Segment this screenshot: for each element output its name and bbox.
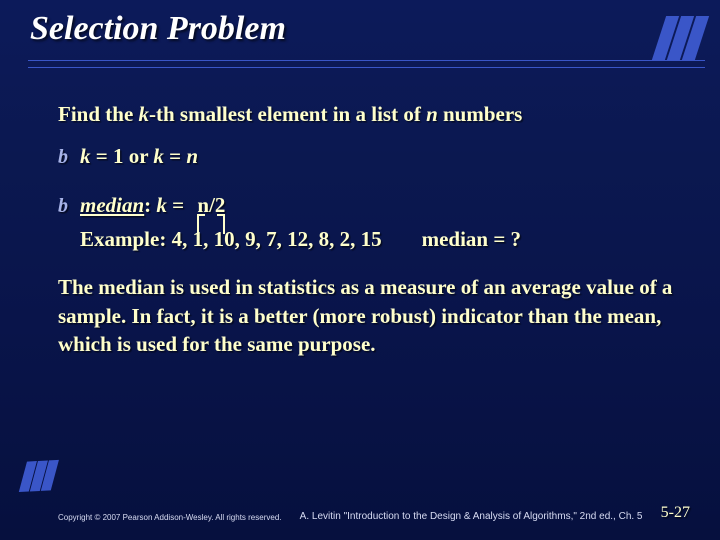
footer-copyright: Copyright © 2007 Pearson Addison-Wesley.… <box>58 513 282 522</box>
content-area: Find the k-th smallest element in a list… <box>58 100 690 358</box>
b1-eq2: = <box>164 144 186 168</box>
lead-var-n: n <box>426 102 438 126</box>
b1-k1: k <box>80 144 91 168</box>
bullet-simple-cases: b k = 1 or k = n <box>58 142 690 170</box>
lead-post1: -th smallest element in a list of <box>149 102 426 126</box>
example-line: Example: 4, 1, 10, 9, 7, 12, 8, 2, 15 <box>80 225 382 253</box>
lead-var-k: k <box>139 102 150 126</box>
lead-post2: numbers <box>438 102 523 126</box>
b1-n: n <box>186 144 198 168</box>
example-label: Example: <box>80 227 172 251</box>
b1-eq1: = 1 or <box>91 144 154 168</box>
median-eq: = <box>167 193 189 217</box>
ceil-expression: n/2 <box>189 193 233 217</box>
lead-sentence: Find the k-th smallest element in a list… <box>58 100 690 128</box>
decor-stripes-bottom-icon <box>21 460 56 497</box>
example-question: median = ? <box>422 225 521 253</box>
slide: Selection Problem Find the k-th smallest… <box>0 0 720 540</box>
title-rule-lower <box>28 67 705 68</box>
decor-stripes-top-icon <box>657 16 702 65</box>
footer-page-number: 5-27 <box>661 504 690 522</box>
median-colon: : <box>144 193 156 217</box>
bullet-median: b median: k = n/2 Example: 4, 1, 10, 9, … <box>58 191 690 254</box>
b1-k2: k <box>153 144 164 168</box>
footer: Copyright © 2007 Pearson Addison-Wesley.… <box>58 504 690 522</box>
footer-citation: A. Levitin "Introduction to the Design &… <box>282 511 661 522</box>
bullet-icon: b <box>58 144 68 171</box>
paragraph-median: The median is used in statistics as a me… <box>58 273 690 358</box>
median-word: median <box>80 193 144 217</box>
title-rule-upper <box>28 60 705 61</box>
bullet-icon: b <box>58 193 68 220</box>
lead-pre: Find the <box>58 102 139 126</box>
slide-title: Selection Problem <box>30 10 286 48</box>
median-k: k <box>156 193 167 217</box>
